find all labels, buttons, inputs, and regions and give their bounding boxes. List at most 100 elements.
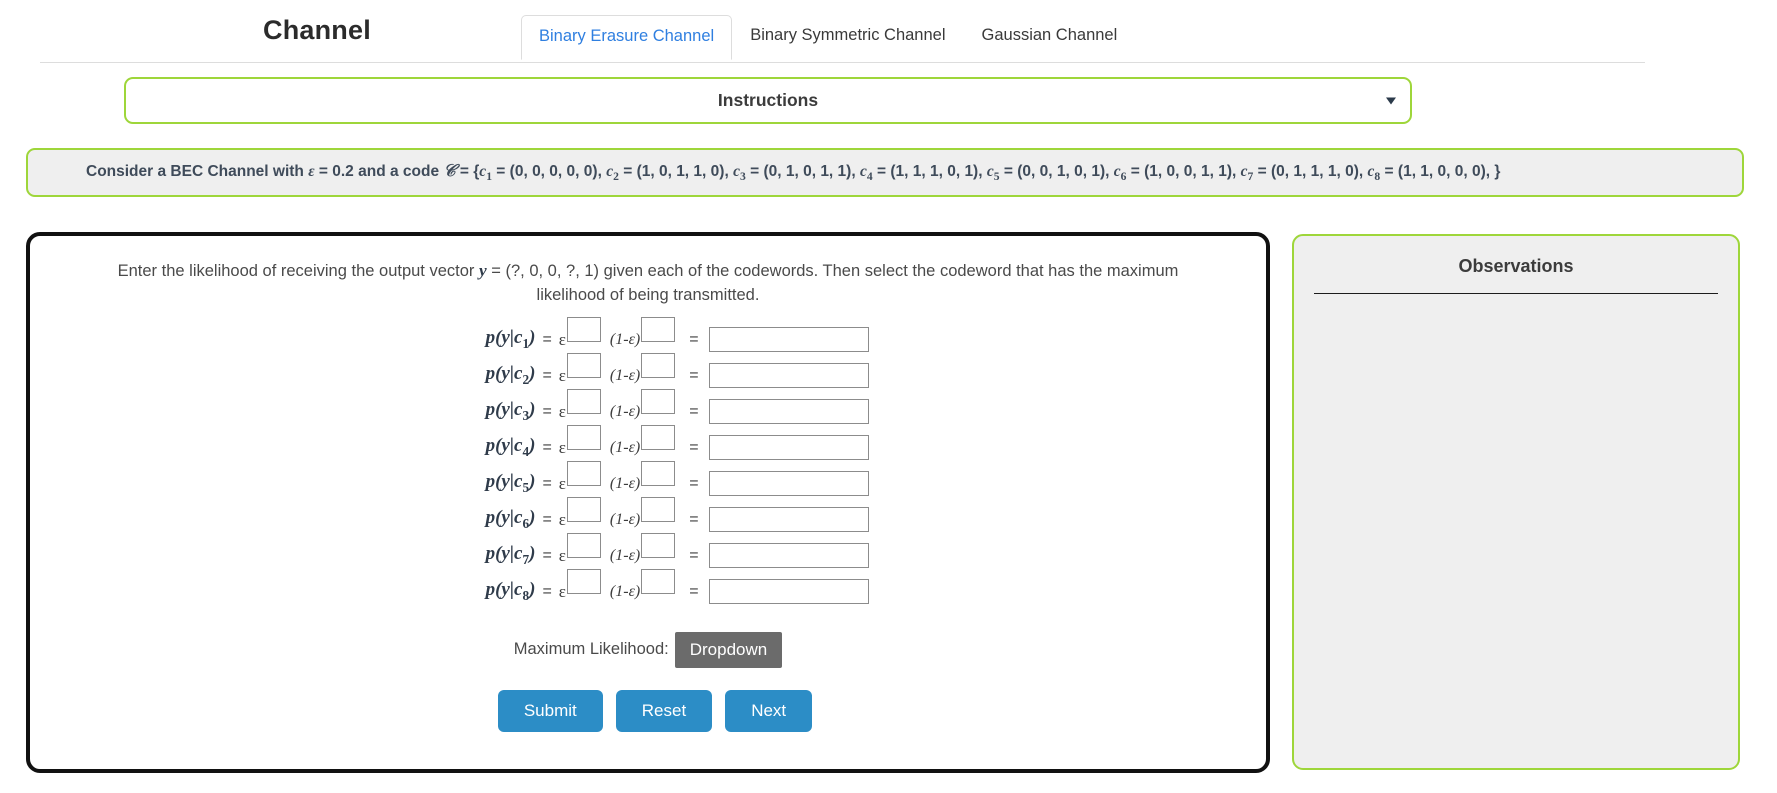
- channel-tabs: Binary Erasure Channel Binary Symmetric …: [521, 14, 1136, 60]
- one-minus-epsilon-exponent-input-2[interactable]: [641, 353, 676, 379]
- codeword-7-value: (0, 1, 1, 1, 0): [1271, 163, 1359, 181]
- problem-close-brace: }: [1494, 163, 1501, 181]
- likelihood-result-input-1[interactable]: [708, 327, 869, 353]
- epsilon-exponent-input-2[interactable]: [566, 353, 601, 379]
- tab-binary-erasure-channel[interactable]: Binary Erasure Channel: [521, 15, 733, 60]
- question-part-2: = (?, 0, 0, ?, 1) given each of the code…: [486, 262, 1179, 304]
- observations-divider: [1314, 293, 1718, 294]
- one-minus-epsilon-exponent-input-7[interactable]: [641, 533, 676, 559]
- likelihood-result-input-5[interactable]: [708, 471, 869, 497]
- result-equals-sign-4: =: [689, 438, 699, 456]
- one-minus-epsilon-exponent-input-5[interactable]: [641, 461, 676, 487]
- epsilon-base-2: ε: [558, 365, 566, 385]
- epsilon-exponent-input-5[interactable]: [566, 461, 601, 487]
- submit-button[interactable]: Submit: [497, 689, 603, 732]
- epsilon-exponent-input-6[interactable]: [566, 497, 601, 523]
- codeword-5-value: (0, 0, 1, 0, 1): [1017, 163, 1106, 181]
- instructions-label: Instructions: [717, 90, 819, 110]
- one-minus-epsilon-exponent-input-1[interactable]: [641, 317, 676, 343]
- problem-open-brace: = {: [455, 163, 480, 181]
- tab-binary-symmetric-channel[interactable]: Binary Symmetric Channel: [732, 14, 963, 59]
- equals-sign: =: [542, 330, 552, 348]
- likelihood-result-input-7[interactable]: [708, 543, 869, 569]
- tab-gaussian-channel[interactable]: Gaussian Channel: [964, 14, 1136, 59]
- result-equals-sign-7: =: [689, 546, 699, 564]
- header: Channel Binary Erasure Channel Binary Sy…: [40, 0, 1645, 63]
- epsilon-exponent-input-8[interactable]: [566, 569, 601, 595]
- action-buttons: Submit Reset Next: [30, 689, 1266, 732]
- codeword-7-name: c7: [1240, 163, 1254, 184]
- codeword-1-value: (0, 0, 0, 0, 0): [509, 163, 598, 181]
- equals-sign: =: [542, 402, 552, 420]
- likelihood-result-input-3[interactable]: [708, 399, 869, 425]
- epsilon-symbol: ε: [308, 163, 315, 181]
- problem-statement-text: Consider a BEC Channel with ε = 0.2 and …: [86, 161, 1501, 184]
- one-minus-epsilon-exponent-input-4[interactable]: [641, 425, 676, 451]
- epsilon-exponent-input-1[interactable]: [566, 317, 601, 343]
- observations-title: Observations: [1458, 256, 1574, 276]
- result-equals-sign-3: =: [689, 402, 699, 420]
- equals-sign: =: [542, 510, 552, 528]
- likelihood-label-2: p(y|c2): [485, 363, 536, 388]
- reset-button[interactable]: Reset: [615, 689, 713, 732]
- epsilon-base-6: ε: [558, 509, 566, 529]
- codeword-2-value: (1, 0, 1, 1, 0): [636, 163, 725, 181]
- likelihood-label-8: p(y|c8): [485, 579, 536, 604]
- one-minus-epsilon-base-6: (1-ε): [609, 510, 641, 528]
- result-equals-sign-5: =: [689, 474, 699, 492]
- likelihood-result-input-2[interactable]: [708, 363, 869, 389]
- problem-middle: and a code: [353, 163, 444, 181]
- one-minus-epsilon-exponent-input-6[interactable]: [641, 497, 676, 523]
- one-minus-epsilon-base-1: (1-ε): [609, 330, 641, 348]
- equals-sign: =: [542, 366, 552, 384]
- one-minus-epsilon-base-2: (1-ε): [609, 366, 641, 384]
- likelihood-row-8: p(y|c8) = ε (1-ε) =: [427, 569, 869, 610]
- epsilon-exponent-input-3[interactable]: [566, 389, 601, 415]
- codeword-2-name: c2: [606, 163, 619, 184]
- chevron-down-icon[interactable]: [1386, 97, 1396, 104]
- epsilon-exponent-input-4[interactable]: [566, 425, 601, 451]
- result-equals-sign-1: =: [689, 330, 699, 348]
- observations-panel: Observations: [1292, 234, 1740, 770]
- equals-sign: =: [542, 546, 552, 564]
- epsilon-base-3: ε: [558, 401, 566, 421]
- page-title: Channel: [263, 15, 371, 45]
- exercise-panel: Enter the likelihood of receiving the ou…: [26, 232, 1270, 773]
- likelihood-equations: p(y|c1) = ε (1-ε) = p(y|c2) = ε (1-ε) = …: [30, 317, 1266, 610]
- epsilon-base-7: ε: [558, 545, 566, 565]
- maximum-likelihood-label: Maximum Likelihood:: [513, 640, 669, 659]
- instructions-accordion[interactable]: Instructions: [124, 77, 1412, 124]
- codeword-4-name: c4: [859, 163, 873, 184]
- next-button[interactable]: Next: [725, 689, 813, 732]
- one-minus-epsilon-exponent-input-3[interactable]: [641, 389, 676, 415]
- result-equals-sign-6: =: [689, 510, 699, 528]
- likelihood-label-3: p(y|c3): [485, 399, 536, 424]
- likelihood-label-7: p(y|c7): [485, 543, 536, 568]
- likelihood-label-5: p(y|c5): [485, 471, 536, 496]
- question-text: Enter the likelihood of receiving the ou…: [90, 258, 1206, 308]
- one-minus-epsilon-exponent-input-8[interactable]: [641, 569, 676, 595]
- one-minus-epsilon-base-3: (1-ε): [609, 402, 641, 420]
- likelihood-label-4: p(y|c4): [485, 435, 536, 460]
- likelihood-result-input-4[interactable]: [708, 435, 869, 461]
- one-minus-epsilon-base-5: (1-ε): [609, 474, 641, 492]
- codeword-8-name: c8: [1367, 163, 1381, 184]
- equals-sign: =: [542, 474, 552, 492]
- likelihood-result-input-6[interactable]: [708, 507, 869, 533]
- maximum-likelihood-dropdown[interactable]: Dropdown: [674, 631, 783, 668]
- epsilon-base-1: ε: [558, 329, 566, 349]
- one-minus-epsilon-base-8: (1-ε): [609, 582, 641, 600]
- codeword-4-value: (1, 1, 1, 0, 1): [890, 163, 979, 181]
- codeword-1-name: c1: [479, 163, 492, 184]
- question-part-1: Enter the likelihood of receiving the ou…: [117, 262, 479, 280]
- epsilon-base-5: ε: [558, 473, 566, 493]
- one-minus-epsilon-base-4: (1-ε): [609, 438, 641, 456]
- likelihood-result-input-8[interactable]: [708, 579, 869, 605]
- likelihood-label-6: p(y|c6): [485, 507, 536, 532]
- output-vector-symbol: y: [479, 261, 487, 280]
- codeword-6-value: (1, 0, 0, 1, 1): [1144, 163, 1233, 181]
- problem-prefix: Consider a BEC Channel with: [86, 163, 309, 181]
- codeword-3-name: c3: [733, 163, 746, 184]
- epsilon-exponent-input-7[interactable]: [566, 533, 601, 559]
- equals-sign: =: [542, 582, 552, 600]
